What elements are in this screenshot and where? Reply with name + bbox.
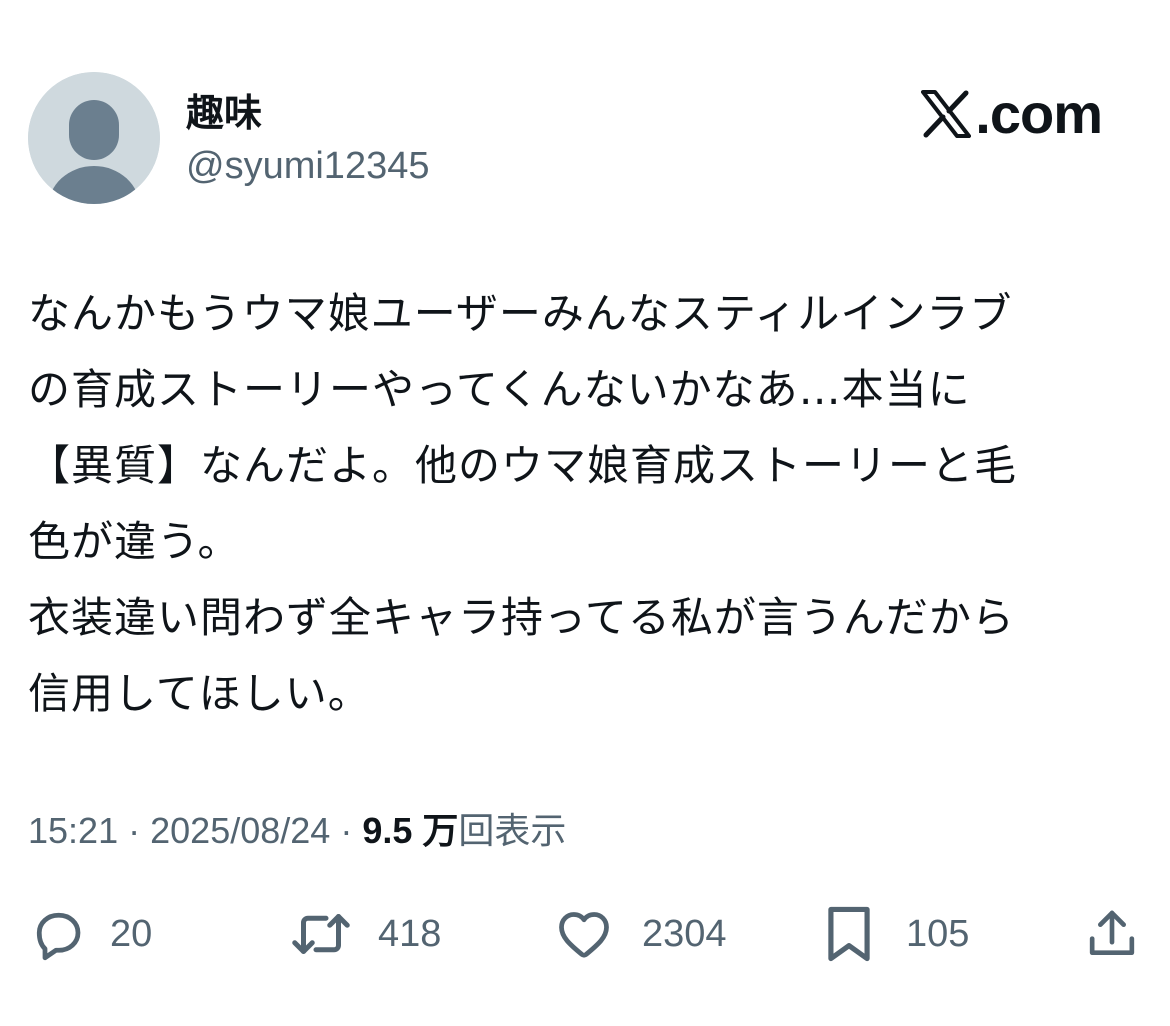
share-icon	[1089, 910, 1135, 955]
bookmark-button[interactable]: 105	[822, 896, 969, 972]
share-button[interactable]	[1084, 896, 1140, 972]
tweet-text-line: 衣装違い問わず全キャラ持ってる私が言うんだから	[28, 593, 1015, 642]
tweet-text-line: 【異質】なんだよ。他のウマ娘育成ストーリーと毛	[28, 441, 1018, 490]
like-count: 2304	[642, 913, 727, 955]
site-logo: .com	[921, 82, 1103, 146]
like-button[interactable]: 2304	[554, 896, 727, 972]
views-label: 回表示	[458, 810, 567, 851]
tweet-time[interactable]: 15:21	[28, 810, 118, 851]
default-avatar-silhouette-icon	[28, 72, 160, 204]
heart-icon	[559, 912, 609, 958]
meta-separator: ·	[340, 810, 353, 851]
retweet-button[interactable]: 418	[288, 896, 441, 972]
meta-separator: ·	[128, 810, 141, 851]
site-logo-text: .com	[975, 82, 1103, 145]
tweet-date[interactable]: 2025/08/24	[150, 810, 330, 851]
bookmark-count: 105	[906, 913, 970, 955]
views-count: 9.5 万	[362, 810, 459, 851]
tweet-text-line: の育成ストーリーやってくんないかなあ…本当に	[28, 365, 971, 414]
reply-icon	[36, 912, 81, 961]
tweet-text-line: 色が違う。	[28, 517, 241, 566]
display-name[interactable]: 趣味	[186, 92, 262, 136]
tweet-text-line: 信用してほしい。	[28, 669, 371, 718]
x-logo-icon	[921, 90, 972, 138]
tweet-meta: 15:21 · 2025/08/24 · 9.5 万回表示	[28, 806, 566, 856]
reply-count: 20	[110, 913, 153, 955]
reply-button[interactable]: 20	[28, 896, 152, 972]
bookmark-icon	[828, 906, 870, 962]
tweet-text: なんかもうウマ娘ユーザーみんなスティルインラブ の育成ストーリーやってくんないか…	[28, 276, 1138, 732]
avatar[interactable]	[28, 72, 160, 204]
action-bar: 20 418 2304 105	[0, 896, 1170, 972]
tweet-text-line: なんかもうウマ娘ユーザーみんなスティルインラブ	[28, 289, 1013, 338]
retweet-count: 418	[378, 913, 442, 955]
retweet-icon	[292, 914, 350, 954]
user-handle[interactable]: @syumi12345	[186, 144, 429, 188]
